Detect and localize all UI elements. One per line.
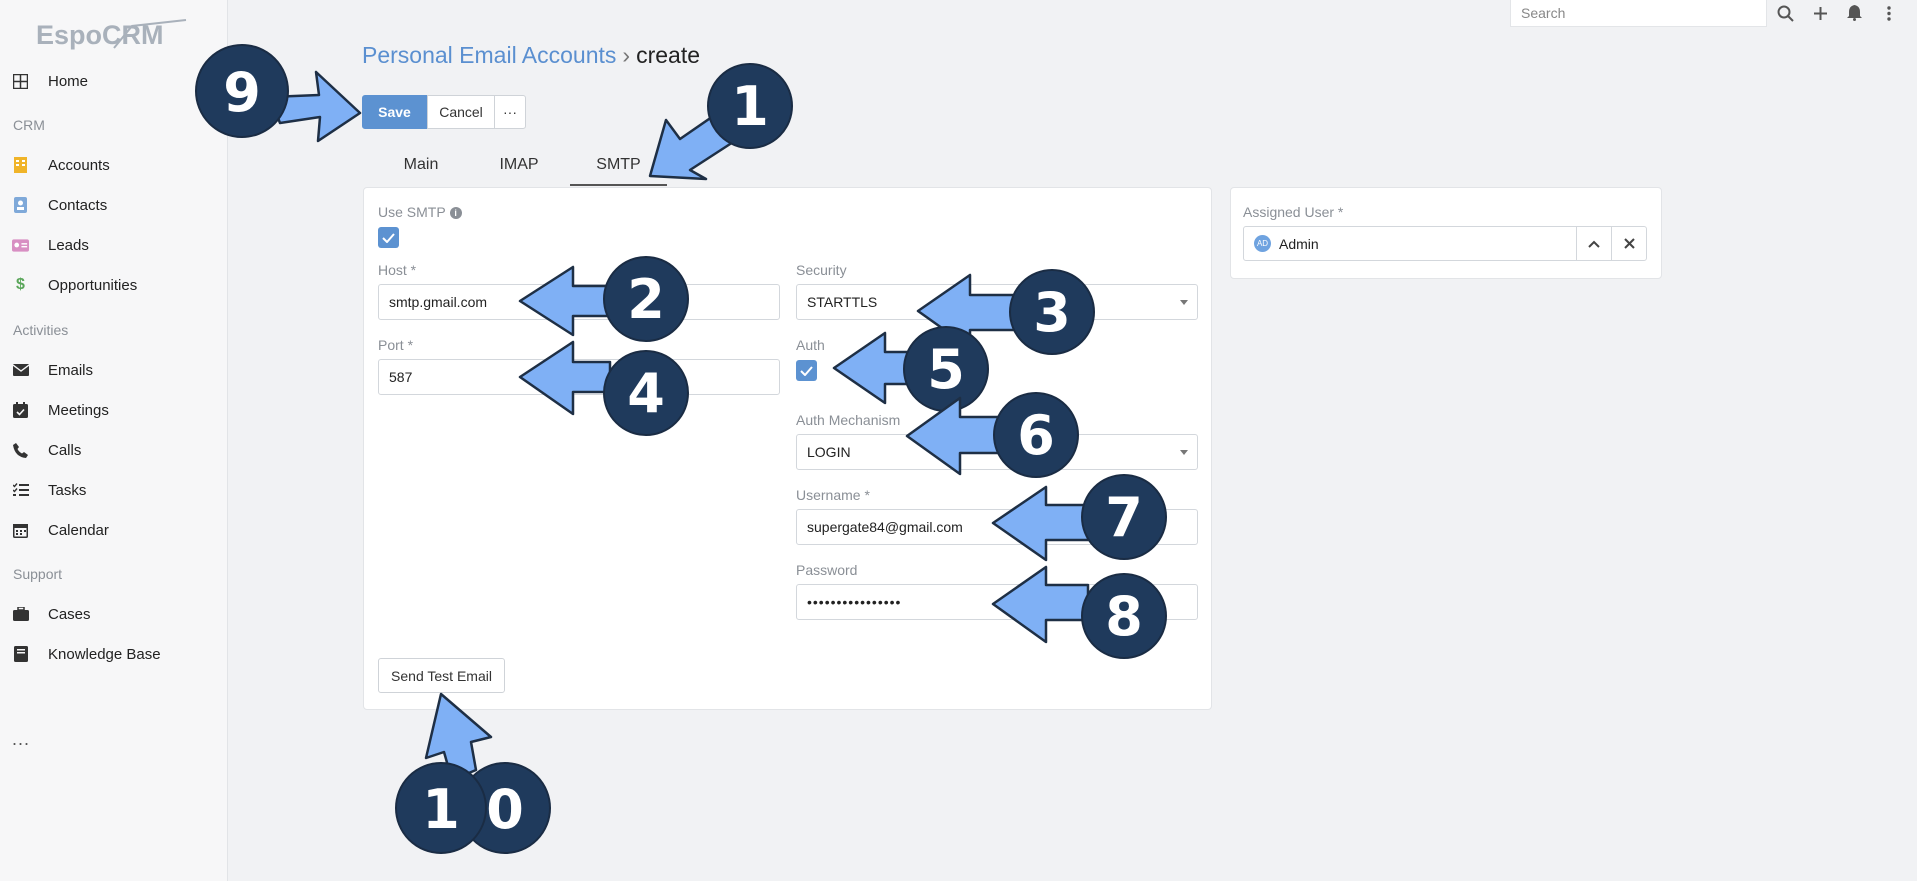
security-value: STARTTLS [807, 294, 878, 310]
username-label: Username * [796, 487, 870, 503]
search-input[interactable]: Search [1510, 0, 1767, 27]
plus-icon[interactable] [1810, 2, 1830, 24]
clear-user-button[interactable] [1611, 226, 1647, 261]
select-user-button[interactable] [1576, 226, 1612, 261]
sidebar-item-contacts[interactable]: Contacts [0, 187, 227, 223]
host-label: Host * [378, 262, 417, 278]
sidebar-more-button[interactable]: ... [12, 729, 30, 750]
security-select[interactable]: STARTTLS [796, 284, 1198, 320]
annotation-1: 1 [648, 63, 793, 181]
task-list-icon [12, 482, 29, 499]
port-label: Port * [378, 337, 414, 353]
tab-smtp[interactable]: SMTP [570, 156, 667, 186]
briefcase-icon [12, 606, 29, 623]
sidebar-item-label: Calendar [48, 521, 109, 539]
sidebar-item-emails[interactable]: Emails [0, 352, 227, 388]
sidebar-item-label: Cases [48, 605, 91, 623]
sidebar-item-knowledge-base[interactable]: Knowledge Base [0, 636, 227, 672]
bell-icon[interactable] [1844, 2, 1864, 24]
sidebar-item-opportunities[interactable]: $ Opportunities [0, 267, 227, 303]
use-smtp-checkbox[interactable] [378, 227, 399, 248]
sidebar-item-cases[interactable]: Cases [0, 596, 227, 632]
calendar-check-icon [12, 402, 29, 419]
assigned-user-value: Admin [1279, 235, 1319, 252]
sidebar-item-calls[interactable]: Calls [0, 432, 227, 468]
sidebar-item-label: Opportunities [48, 276, 138, 294]
page-title: create [636, 42, 701, 68]
sidebar-item-label: Tasks [48, 481, 87, 499]
sidebar-group-crm: CRM [13, 117, 45, 133]
close-icon [1623, 238, 1635, 249]
auth-mechanism-label: Auth Mechanism [796, 412, 901, 428]
caret-down-icon [1180, 300, 1188, 305]
auth-checkbox[interactable] [796, 360, 817, 381]
caret-down-icon [1180, 450, 1188, 455]
espocrm-logo[interactable]: EspoCRM [36, 14, 196, 52]
menu-kebab-icon[interactable] [1879, 2, 1899, 24]
sidebar-item-calendar[interactable]: Calendar [0, 512, 227, 548]
svg-text:1: 1 [731, 75, 769, 138]
sidebar-item-label: Emails [48, 361, 94, 379]
sidebar-item-label: Leads [48, 236, 89, 254]
use-smtp-label: Use SMTP i [378, 204, 462, 220]
assigned-user-input[interactable]: AD Admin [1243, 226, 1577, 261]
sidebar-group-activities: Activities [13, 322, 69, 338]
port-input[interactable]: 587 [378, 359, 780, 395]
sidebar-item-label: Contacts [48, 196, 108, 214]
building-icon [12, 157, 29, 174]
sidebar-item-label: Meetings [48, 401, 109, 419]
contact-card-icon [12, 197, 29, 214]
sidebar-item-accounts[interactable]: Accounts [0, 147, 227, 183]
assigned-user-label: Assigned User * [1243, 204, 1344, 220]
breadcrumb-parent-link[interactable]: Personal Email Accounts [362, 42, 616, 68]
sidebar-item-leads[interactable]: Leads [0, 227, 227, 263]
sidebar-item-label: Home [48, 72, 89, 90]
phone-icon [12, 442, 29, 459]
password-input[interactable]: •••••••••••••••• [796, 584, 1198, 620]
send-test-email-button[interactable]: Send Test Email [378, 658, 505, 693]
grid-icon [12, 73, 29, 90]
sidebar-item-label: Accounts [48, 156, 110, 174]
username-input[interactable]: supergate84@gmail.com [796, 509, 1198, 545]
breadcrumb-separator: › [622, 42, 631, 68]
avatar: AD [1254, 235, 1271, 252]
dollar-icon: $ [16, 276, 25, 293]
more-actions-button[interactable]: ··· [494, 95, 526, 129]
svg-text:0: 0 [486, 778, 524, 841]
breadcrumb: Personal Email Accounts › create [362, 42, 700, 69]
tab-imap[interactable]: IMAP [493, 156, 545, 186]
auth-mechanism-value: LOGIN [807, 444, 851, 460]
sidebar-item-meetings[interactable]: Meetings [0, 392, 227, 428]
annotation-10: 1 0 [395, 692, 551, 854]
sidebar: EspoCRM Home CRM Accounts Contacts Leads… [0, 0, 228, 881]
sidebar-item-label: Knowledge Base [48, 645, 161, 663]
svg-text:1: 1 [422, 778, 460, 841]
book-icon [12, 646, 29, 663]
save-button[interactable]: Save [362, 95, 427, 129]
password-label: Password [796, 562, 858, 578]
host-input[interactable]: smtp.gmail.com [378, 284, 780, 320]
sidebar-group-support: Support [13, 566, 63, 582]
auth-label: Auth [796, 337, 825, 353]
security-label: Security [796, 262, 847, 278]
chevron-up-icon [1588, 240, 1600, 248]
tab-main[interactable]: Main [395, 156, 447, 186]
calendar-icon [12, 522, 29, 539]
auth-mechanism-select[interactable]: LOGIN [796, 434, 1198, 470]
sidebar-item-tasks[interactable]: Tasks [0, 472, 227, 508]
id-card-icon [12, 237, 29, 254]
envelope-icon [12, 362, 29, 379]
sidebar-item-home[interactable]: Home [0, 63, 227, 99]
search-icon[interactable] [1775, 2, 1795, 24]
info-icon[interactable]: i [449, 207, 462, 219]
checkmark-icon [800, 365, 813, 376]
svg-text:9: 9 [223, 61, 261, 124]
sidebar-item-label: Calls [48, 441, 82, 459]
cancel-button[interactable]: Cancel [427, 95, 495, 129]
checkmark-icon [382, 232, 395, 243]
